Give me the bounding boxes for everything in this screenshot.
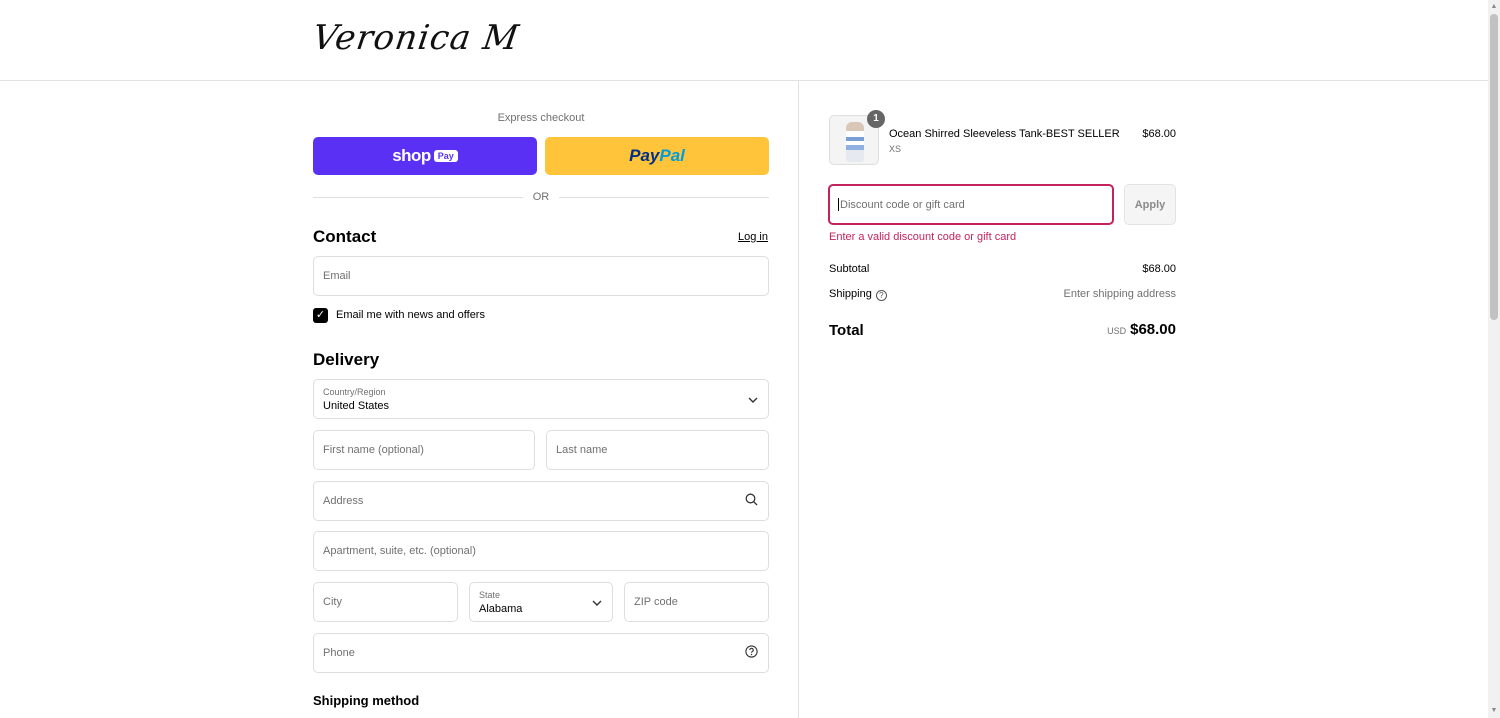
country-select[interactable]: Country/Region United States (313, 379, 769, 419)
shipping-label-row: Shipping? (829, 288, 887, 301)
paypal-button[interactable]: PayPal (545, 137, 769, 175)
total-value: $68.00 (1130, 321, 1176, 338)
chevron-down-icon (592, 595, 602, 609)
scrollbar[interactable]: ▲ ▼ (1488, 0, 1500, 718)
help-icon[interactable]: ? (875, 290, 887, 301)
contact-heading: Contact (313, 227, 377, 246)
express-checkout-label: Express checkout (497, 112, 585, 124)
discount-placeholder: Discount code or gift card (840, 198, 965, 211)
discount-input[interactable]: Discount code or gift card (828, 184, 1114, 225)
shop-pay-logo: shop (392, 146, 431, 165)
country-value: United States (323, 400, 390, 412)
product-price: $68.00 (1142, 128, 1176, 140)
total-label: Total (829, 322, 864, 339)
scrollbar-thumb[interactable] (1490, 14, 1498, 320)
phone-field[interactable]: Phone (313, 633, 769, 673)
scroll-down-icon[interactable]: ▼ (1490, 706, 1498, 716)
last-name-placeholder: Last name (556, 444, 608, 456)
subtotal-value: $68.00 (1142, 263, 1176, 275)
help-icon[interactable] (745, 645, 758, 661)
newsletter-label: Email me with news and offers (336, 309, 485, 321)
shipping-value: Enter shipping address (1063, 288, 1176, 300)
city-placeholder: City (323, 596, 342, 608)
city-field[interactable]: City (313, 582, 458, 622)
apartment-field[interactable]: Apartment, suite, etc. (optional) (313, 531, 769, 571)
first-name-placeholder: First name (optional) (323, 444, 424, 456)
scroll-up-icon[interactable]: ▲ (1490, 2, 1498, 12)
paypal-logo: PayPal (629, 146, 685, 165)
newsletter-checkbox[interactable]: ✓ (313, 308, 328, 323)
shipping-label: Shipping (829, 288, 872, 300)
total-currency: USD (1107, 326, 1127, 336)
apartment-placeholder: Apartment, suite, etc. (optional) (323, 545, 476, 557)
last-name-field[interactable]: Last name (546, 430, 769, 470)
product-name: Ocean Shirred Sleeveless Tank-BEST SELLE… (889, 128, 1120, 140)
shop-pay-button[interactable]: shop Pay (313, 137, 537, 175)
zip-field[interactable]: ZIP code (624, 582, 769, 622)
product-variant: XS (889, 144, 902, 154)
shop-pay-badge: Pay (433, 150, 458, 162)
search-icon[interactable] (745, 493, 758, 509)
zip-placeholder: ZIP code (634, 596, 678, 608)
state-select[interactable]: State Alabama (469, 582, 613, 622)
text-cursor (838, 198, 839, 211)
quantity-badge: 1 (867, 110, 885, 128)
phone-placeholder: Phone (323, 647, 355, 659)
country-label: Country/Region (323, 387, 386, 397)
apply-button[interactable]: Apply (1124, 184, 1176, 225)
state-value: Alabama (479, 603, 523, 615)
header: Veronica M (0, 0, 1488, 81)
address-field[interactable]: Address (313, 481, 769, 521)
email-placeholder: Email (323, 270, 351, 282)
discount-error: Enter a valid discount code or gift card (829, 231, 1017, 243)
email-field[interactable]: Email (313, 256, 769, 296)
or-divider: OR (313, 190, 769, 204)
delivery-heading: Delivery (313, 350, 380, 369)
login-link[interactable]: Log in (738, 231, 768, 243)
first-name-field[interactable]: First name (optional) (313, 430, 535, 470)
column-divider (798, 81, 799, 718)
subtotal-label: Subtotal (829, 263, 870, 275)
shipping-method-heading: Shipping method (313, 693, 420, 708)
total-amount: USD $68.00 (976, 321, 1176, 339)
brand-logo[interactable]: Veronica M (310, 18, 522, 58)
state-label: State (479, 590, 501, 600)
or-label: OR (532, 191, 550, 203)
address-placeholder: Address (323, 495, 364, 507)
check-icon: ✓ (315, 309, 326, 321)
chevron-down-icon (748, 392, 758, 406)
